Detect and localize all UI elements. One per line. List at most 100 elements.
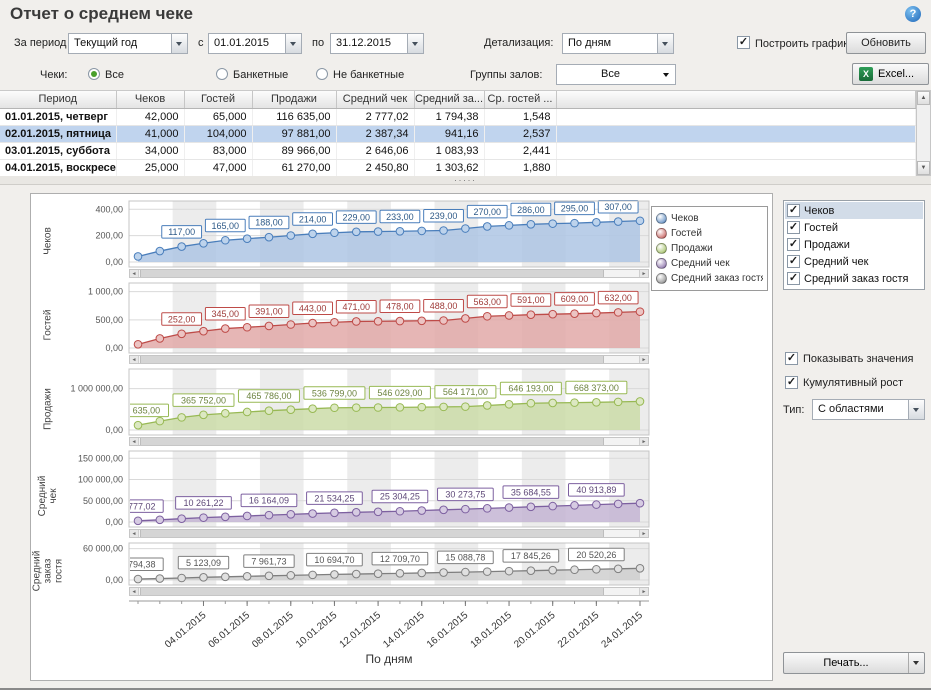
chart-scrollbar[interactable]: ◄► (129, 529, 649, 538)
chart-scrollbar-thumb[interactable] (140, 588, 604, 595)
scroll-left-icon[interactable]: ◄ (130, 588, 139, 595)
table-row[interactable]: 03.01.2015, суббота34,00083,00089 966,00… (0, 142, 916, 159)
legend-label: Средний чек (671, 258, 730, 269)
type-select[interactable]: С областями (812, 399, 925, 420)
column-header[interactable]: Средний чек (336, 91, 414, 108)
scroll-left-icon[interactable]: ◄ (130, 438, 139, 445)
chart-axis-title: Гостей (31, 282, 65, 368)
svg-text:14.01.2015: 14.01.2015 (381, 610, 427, 650)
build-chart-checkbox[interactable]: ✓ (737, 36, 750, 49)
series-checkbox[interactable]: ✓ (787, 255, 800, 268)
chevron-down-icon[interactable] (659, 65, 675, 84)
table-cell: 02.01.2015, пятница (0, 125, 116, 142)
scroll-left-icon[interactable]: ◄ (130, 356, 139, 363)
show-values-checkbox[interactable]: ✓ (785, 352, 798, 365)
table-cell: 83,000 (184, 142, 252, 159)
cumulative-option[interactable]: ✓ Кумулятивный рост (785, 376, 903, 389)
scroll-down-icon[interactable]: ▼ (917, 161, 930, 175)
chevron-down-icon[interactable] (407, 34, 423, 53)
svg-text:17 845,26: 17 845,26 (511, 551, 551, 561)
scroll-right-icon[interactable]: ► (639, 588, 648, 595)
column-header[interactable]: Период (0, 91, 116, 108)
series-list-item[interactable]: ✓ Гостей (785, 219, 923, 236)
series-checkbox[interactable]: ✓ (787, 204, 800, 217)
scroll-up-icon[interactable]: ▲ (917, 91, 930, 105)
chart-scrollbar[interactable]: ◄► (129, 437, 649, 446)
radio-all-checks[interactable] (88, 68, 100, 80)
legend-marker-icon (656, 243, 667, 254)
report-table-body: 01.01.2015, четверг42,00065,000116 635,0… (0, 108, 916, 176)
scroll-right-icon[interactable]: ► (639, 270, 648, 277)
svg-text:04.01.2015: 04.01.2015 (163, 610, 209, 650)
svg-text:22.01.2015: 22.01.2015 (556, 610, 602, 650)
series-checkbox[interactable]: ✓ (787, 272, 800, 285)
table-scrollbar[interactable]: ▲ ▼ (916, 90, 931, 176)
chart-scrollbar-thumb[interactable] (140, 356, 604, 363)
print-dropdown-arrow-icon[interactable] (908, 653, 924, 673)
table-row[interactable]: 01.01.2015, четверг42,00065,000116 635,0… (0, 108, 916, 125)
chart-scrollbar[interactable]: ◄► (129, 355, 649, 364)
legend-item: Средний чек (656, 256, 763, 271)
scroll-right-icon[interactable]: ► (639, 438, 648, 445)
legend-label: Чеков (671, 213, 699, 224)
series-checkbox[interactable]: ✓ (787, 221, 800, 234)
detail-select[interactable]: По дням (562, 33, 674, 54)
series-list-item[interactable]: ✓Средний чек (785, 253, 923, 270)
svg-text:0,00: 0,00 (105, 343, 123, 353)
series-list-item[interactable]: ✓Продажи (785, 236, 923, 253)
show-values-label: Показывать значения (803, 353, 913, 365)
chart-scrollbar-thumb[interactable] (140, 530, 604, 537)
x-axis: 04.01.201506.01.201508.01.201510.01.2015… (65, 600, 772, 650)
svg-text:465 786,00: 465 786,00 (246, 391, 291, 401)
column-header[interactable]: Ср. гостей ... (484, 91, 556, 108)
radio-banquet-checks[interactable] (216, 68, 228, 80)
chart-body: 0,0050 000,00100 000,00150 000,002 777,0… (65, 450, 653, 542)
series-checkbox[interactable]: ✓ (787, 238, 800, 251)
svg-text:200,00: 200,00 (95, 231, 123, 241)
cumulative-checkbox[interactable]: ✓ (785, 376, 798, 389)
period-select[interactable]: Текущий год (68, 33, 188, 54)
chart-scrollbar[interactable]: ◄► (129, 269, 649, 278)
print-button[interactable]: Печать... (783, 652, 925, 674)
table-chart-splitter[interactable]: ..... (0, 176, 931, 185)
table-cell: 41,000 (116, 125, 184, 142)
excel-button[interactable]: X Excel... (852, 63, 929, 85)
table-cell: 1,548 (484, 108, 556, 125)
to-label: по (312, 37, 324, 49)
chevron-down-icon[interactable] (657, 34, 673, 53)
svg-text:25 304,25: 25 304,25 (380, 492, 420, 502)
chart-plot: 0,0060 000,001 794,385 123,097 961,7310 … (65, 542, 653, 586)
scroll-left-icon[interactable]: ◄ (130, 270, 139, 277)
table-row[interactable]: 02.01.2015, пятница41,000104,00097 881,0… (0, 125, 916, 142)
chevron-down-icon[interactable] (908, 400, 924, 419)
chart-scrollbar-thumb[interactable] (140, 270, 604, 277)
chart-body: 0,0060 000,001 794,385 123,097 961,7310 … (65, 542, 653, 600)
chart-body: 0,00200,00400,00117,00165,00188,00214,00… (65, 200, 653, 282)
scroll-left-icon[interactable]: ◄ (130, 530, 139, 537)
series-label: Гостей (804, 222, 838, 234)
column-header[interactable]: Средний за... (414, 91, 484, 108)
from-date-input[interactable]: 01.01.2015 (208, 33, 302, 54)
hall-groups-select[interactable]: Все (556, 64, 676, 85)
table-cell: 2 450,80 (336, 159, 414, 176)
scroll-right-icon[interactable]: ► (639, 356, 648, 363)
chevron-down-icon[interactable] (171, 34, 187, 53)
help-icon[interactable]: ? (905, 6, 921, 22)
to-date-input[interactable]: 31.12.2015 (330, 33, 424, 54)
refresh-button[interactable]: Обновить (846, 32, 926, 54)
radio-nonbanquet-checks[interactable] (316, 68, 328, 80)
chart-scrollbar-thumb[interactable] (140, 438, 604, 445)
chart-scrollbar[interactable]: ◄► (129, 587, 649, 596)
scroll-right-icon[interactable]: ► (639, 530, 648, 537)
table-cell: 65,000 (184, 108, 252, 125)
column-header[interactable]: Гостей (184, 91, 252, 108)
series-list-item[interactable]: ✓Чеков (785, 202, 923, 219)
column-header[interactable]: Чеков (116, 91, 184, 108)
show-values-option[interactable]: ✓ Показывать значения (785, 352, 913, 365)
page-title: Отчет о среднем чеке (10, 4, 193, 24)
series-list-item[interactable]: ✓Средний заказ гостя (785, 270, 923, 287)
column-header[interactable]: Продажи (252, 91, 336, 108)
chevron-down-icon[interactable] (285, 34, 301, 53)
svg-text:500,00: 500,00 (95, 315, 123, 325)
svg-text:270,00: 270,00 (473, 207, 501, 217)
